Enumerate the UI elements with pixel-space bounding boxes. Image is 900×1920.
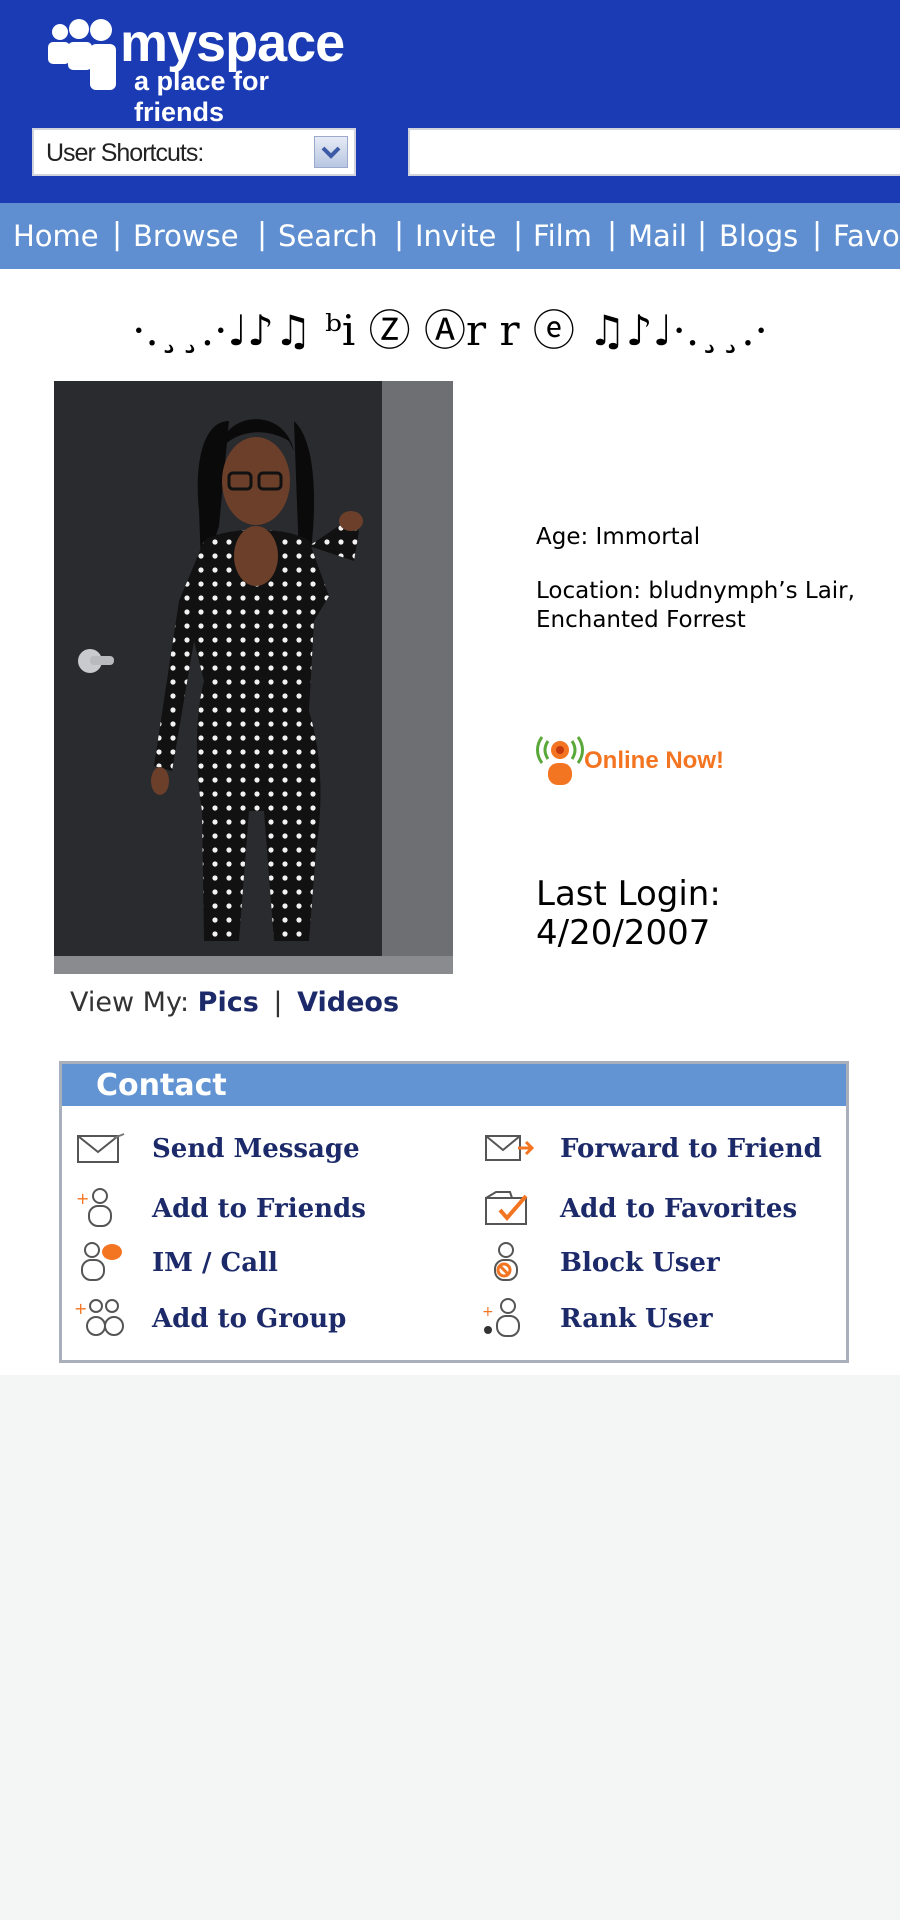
chat-person-icon [81,1242,122,1281]
view-videos-link[interactable]: Videos [297,987,399,1018]
online-now-indicator: Online Now! [536,731,756,787]
profile-age: Age: Immortal [536,524,701,550]
logo-tagline: a place for friends [134,66,270,127]
chevron-down-icon[interactable] [314,136,348,168]
view-my-separator: | [273,987,283,1018]
site-header: myspace a place for friends User Shortcu… [0,0,900,203]
nav-search[interactable]: Search [278,219,378,253]
send-message-button[interactable]: Send Message [74,1126,404,1170]
block-user-button[interactable]: Block User [482,1240,842,1284]
last-login-label: Last Login: [536,874,721,914]
block-user-icon [494,1242,518,1281]
profile-display-name: ·.¸¸.·♩♪♫ ᵇi Ⓩ Ⓐr r ⓔ ♫♪♩·.¸¸.· [132,306,768,355]
nav-mail[interactable]: Mail [628,219,687,253]
forward-to-friend-label: Forward to Friend [560,1134,822,1164]
rank-user-label: Rank User [560,1304,713,1334]
svg-text:+: + [76,1189,89,1208]
send-message-label: Send Message [152,1134,360,1164]
add-to-friends-button[interactable]: + Add to Friends [74,1186,404,1230]
myspace-logo[interactable]: myspace a place for friends [46,13,366,127]
nav-film[interactable]: Film [533,219,592,253]
nav-separator: | [394,217,405,252]
rank-user-button[interactable]: + Rank User [482,1296,842,1340]
user-shortcuts-select[interactable]: User Shortcuts: [32,128,356,176]
block-user-label: Block User [560,1248,720,1278]
envelope-icon [77,1133,125,1163]
contact-title: Contact [96,1068,227,1103]
svg-text:+: + [482,1304,494,1320]
nav-separator: | [607,217,618,252]
nav-separator: | [112,217,123,252]
nav-blogs[interactable]: Blogs [719,219,798,253]
nav-separator: | [697,217,708,252]
profile-content: ·.¸¸.·♩♪♫ ᵇi Ⓩ Ⓐr r ⓔ ♫♪♩·.¸¸.· Age: Imm… [0,269,900,1375]
profile-photo-image [54,381,453,974]
last-login: Last Login: 4/20/2007 [536,875,721,953]
forward-envelope-icon [485,1135,534,1161]
profile-photo[interactable] [54,381,453,974]
user-shortcuts-label: User Shortcuts: [46,139,204,167]
add-to-group-label: Add to Group [152,1304,347,1334]
svg-text:+: + [74,1299,87,1318]
add-friend-icon: + [76,1188,112,1227]
main-nav: Home | Browse | Search | Invite | Film |… [0,203,900,269]
view-pics-link[interactable]: Pics [198,987,259,1018]
online-now-text: Online Now! [584,747,724,774]
nav-separator: | [513,217,524,252]
im-call-button[interactable]: IM / Call [74,1240,404,1284]
contact-box: Contact Send Message + Add to Friends IM… [59,1061,849,1363]
add-to-friends-label: Add to Friends [152,1194,366,1224]
nav-separator: | [257,217,268,252]
logo-wordmark: myspace [120,13,345,73]
favorite-folder-icon [485,1191,528,1225]
nav-browse[interactable]: Browse [133,219,239,253]
nav-favorites[interactable]: Favo [833,219,900,253]
online-person-icon [536,736,584,785]
add-to-group-button[interactable]: + Add to Group [74,1296,404,1340]
view-my-links: View My: Pics | Videos [70,987,399,1018]
nav-separator: | [812,217,823,252]
view-my-label: View My: [70,987,190,1018]
search-input[interactable] [408,128,900,176]
add-group-icon: + [74,1299,124,1336]
nav-home[interactable]: Home [13,219,99,253]
last-login-date: 4/20/2007 [536,913,711,953]
im-call-label: IM / Call [152,1248,278,1278]
add-to-favorites-button[interactable]: Add to Favorites [482,1186,842,1230]
add-to-favorites-label: Add to Favorites [560,1194,798,1224]
forward-to-friend-button[interactable]: Forward to Friend [482,1126,842,1170]
nav-invite[interactable]: Invite [415,219,496,253]
rank-user-icon: + [482,1298,520,1337]
profile-location: Location: bludnymph’s Lair, Enchanted Fo… [536,578,855,633]
people-logo-icon [48,19,116,90]
contact-header: Contact [62,1064,846,1106]
